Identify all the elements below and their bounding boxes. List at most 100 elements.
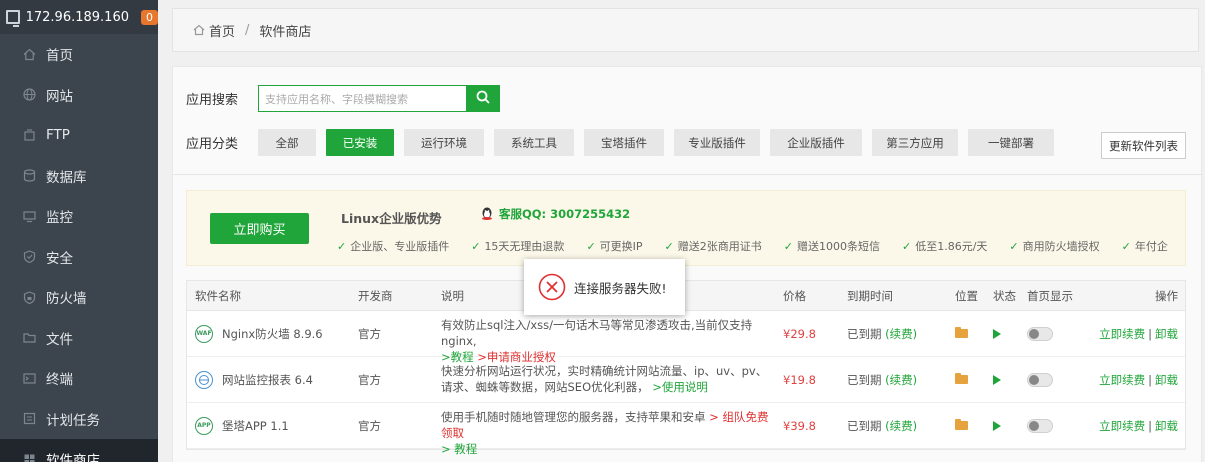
feature-text: 低至1.86元/天 [915, 240, 988, 253]
uninstall-link[interactable]: 卸载 [1155, 418, 1178, 434]
sidebar-item-9[interactable]: 计划任务 [0, 399, 158, 440]
category-tab-6[interactable]: 企业版插件 [770, 129, 862, 156]
check-icon: ✓ [664, 239, 674, 253]
category-tab-4[interactable]: 宝塔插件 [584, 129, 664, 156]
search-label: 应用搜索 [186, 93, 239, 108]
renew-now-link[interactable]: 立即续费 [1099, 418, 1145, 434]
status-button[interactable] [993, 311, 1001, 356]
play-icon [993, 374, 1001, 385]
notification-badge[interactable]: 0 [141, 9, 158, 25]
sidebar-item-label: 首页 [46, 48, 73, 65]
server-header: 172.96.189.160 0 [0, 0, 158, 34]
category-tab-8[interactable]: 一键部署 [968, 129, 1054, 156]
uninstall-link[interactable]: 卸载 [1155, 326, 1178, 342]
sidebar-item-2[interactable]: FTP [0, 115, 158, 156]
check-icon: ✓ [901, 239, 912, 253]
sidebar-item-7[interactable]: 文件 [0, 318, 158, 359]
sidebar-item-10[interactable]: 软件商店 [0, 439, 158, 462]
col-operation: 操作 [1155, 289, 1178, 303]
sidebar-item-4[interactable]: 监控 [0, 196, 158, 237]
sidebar-item-label: 数据库 [46, 169, 87, 186]
renew-link[interactable]: (续费) [885, 326, 917, 342]
software-name-text: 堡塔APP 1.1 [222, 418, 289, 433]
renew-link[interactable]: (续费) [885, 372, 917, 388]
developer: 官方 [358, 372, 381, 387]
divider [173, 174, 1203, 175]
home-display-toggle[interactable] [1027, 357, 1053, 402]
check-icon: ✓ [1009, 239, 1019, 253]
check-icon: ✓ [586, 239, 596, 253]
category-tab-1[interactable]: 已安装 [326, 129, 394, 156]
open-folder-button[interactable] [955, 357, 968, 402]
plugin-icon: WAF [195, 324, 213, 343]
renew-now-link[interactable]: 立即续费 [1099, 372, 1145, 388]
category-tab-2[interactable]: 运行环境 [404, 129, 484, 156]
expiry-text: 已到期 [847, 418, 882, 433]
price: ¥29.8 [783, 326, 816, 341]
ftp-icon [22, 128, 36, 142]
toggle-switch[interactable] [1027, 418, 1053, 433]
sidebar-item-label: 安全 [46, 250, 73, 267]
open-folder-button[interactable] [955, 403, 968, 448]
description-text: 快速分析网站运行状况，实时精确统计网站流量、ip、uv、pv、请求、蜘蛛等数据，… [441, 364, 768, 394]
sidebar-item-5[interactable]: 安全 [0, 237, 158, 278]
status-button[interactable] [993, 357, 1001, 402]
breadcrumb-current: 软件商店 [259, 24, 312, 40]
feature-item: ✓ 低至1.86元/天 [902, 238, 987, 254]
feature-item: ✓ 年付企 [1122, 238, 1168, 254]
server-ip: 172.96.189.160 [25, 9, 129, 25]
toggle-switch[interactable] [1027, 326, 1053, 341]
expiry: 已到期 (续费) [847, 357, 917, 402]
sidebar-item-8[interactable]: 终端 [0, 358, 158, 399]
monitor-icon [6, 10, 20, 27]
renew-now-link[interactable]: 立即续费 [1099, 326, 1145, 342]
col-name: 软件名称 [195, 289, 241, 303]
search-button[interactable] [466, 85, 500, 112]
expiry: 已到期 (续费) [847, 403, 917, 448]
folder-icon [955, 373, 968, 384]
category-tab-0[interactable]: 全部 [258, 129, 316, 156]
open-folder-button[interactable] [955, 311, 968, 356]
tutorial-link[interactable]: > 教程 [441, 442, 477, 456]
check-icon: ✓ [337, 239, 347, 253]
feature-item: ✓ 15天无理由退款 [471, 238, 564, 254]
category-tab-7[interactable]: 第三方应用 [872, 129, 958, 156]
feature-item: ✓ 企业版、专业版插件 [337, 238, 449, 254]
error-message: 连接服务器失败! [574, 280, 667, 296]
toggle-switch[interactable] [1027, 372, 1053, 387]
store-icon [22, 452, 36, 462]
home-icon [22, 47, 36, 61]
software-table: 软件名称 开发商 说明 价格 到期时间 位置 状态 首页显示 操作 WAF Ngi… [186, 280, 1186, 456]
folder-icon [955, 419, 968, 430]
home-display-toggle[interactable] [1027, 311, 1053, 356]
home-display-toggle[interactable] [1027, 403, 1053, 448]
category-tab-3[interactable]: 系统工具 [494, 129, 574, 156]
qq-contact[interactable]: 客服QQ: 3007255432 [479, 206, 630, 222]
refresh-list-button[interactable]: 更新软件列表 [1101, 132, 1186, 159]
breadcrumb-home[interactable]: 首页 [209, 21, 235, 40]
table-row: APP 堡塔APP 1.1 官方 使用手机随时随地管理您的服务器，支持苹果和安卓 > … [187, 403, 1185, 456]
error-icon [538, 273, 566, 301]
search-input[interactable]: 支持应用名称、字段模糊搜索 [258, 85, 466, 112]
expiry: 已到期 (续费) [847, 311, 917, 356]
breadcrumb: 首页 / 软件商店 [172, 8, 1199, 52]
folder-icon [955, 327, 968, 338]
description-text: 使用手机随时随地管理您的服务器，支持苹果和安卓 [441, 410, 706, 424]
uninstall-link[interactable]: 卸载 [1155, 372, 1178, 388]
buy-now-button[interactable]: 立即购买 [210, 213, 309, 244]
sidebar-item-3[interactable]: 数据库 [0, 156, 158, 197]
folder-icon [22, 331, 36, 345]
check-icon: ✓ [783, 239, 793, 253]
category-tab-5[interactable]: 专业版插件 [674, 129, 760, 156]
renew-link[interactable]: (续费) [885, 418, 917, 434]
main-content: 首页 / 软件商店 应用搜索 支持应用名称、字段模糊搜索 应用分类 全部 已安装运… [158, 0, 1205, 462]
sidebar-item-0[interactable]: 首页 [0, 34, 158, 75]
description: 使用手机随时随地管理您的服务器，支持苹果和安卓 > 组队免费领取 > 教程 [441, 403, 771, 456]
status-button[interactable] [993, 403, 1001, 448]
sidebar-item-1[interactable]: 网站 [0, 75, 158, 116]
monitor-icon [22, 209, 36, 223]
error-dialog: 连接服务器失败! [524, 259, 685, 315]
col-description: 说明 [441, 289, 464, 303]
sidebar-item-6[interactable]: 防火墙 [0, 277, 158, 318]
usage-link[interactable]: >使用说明 [652, 380, 708, 394]
